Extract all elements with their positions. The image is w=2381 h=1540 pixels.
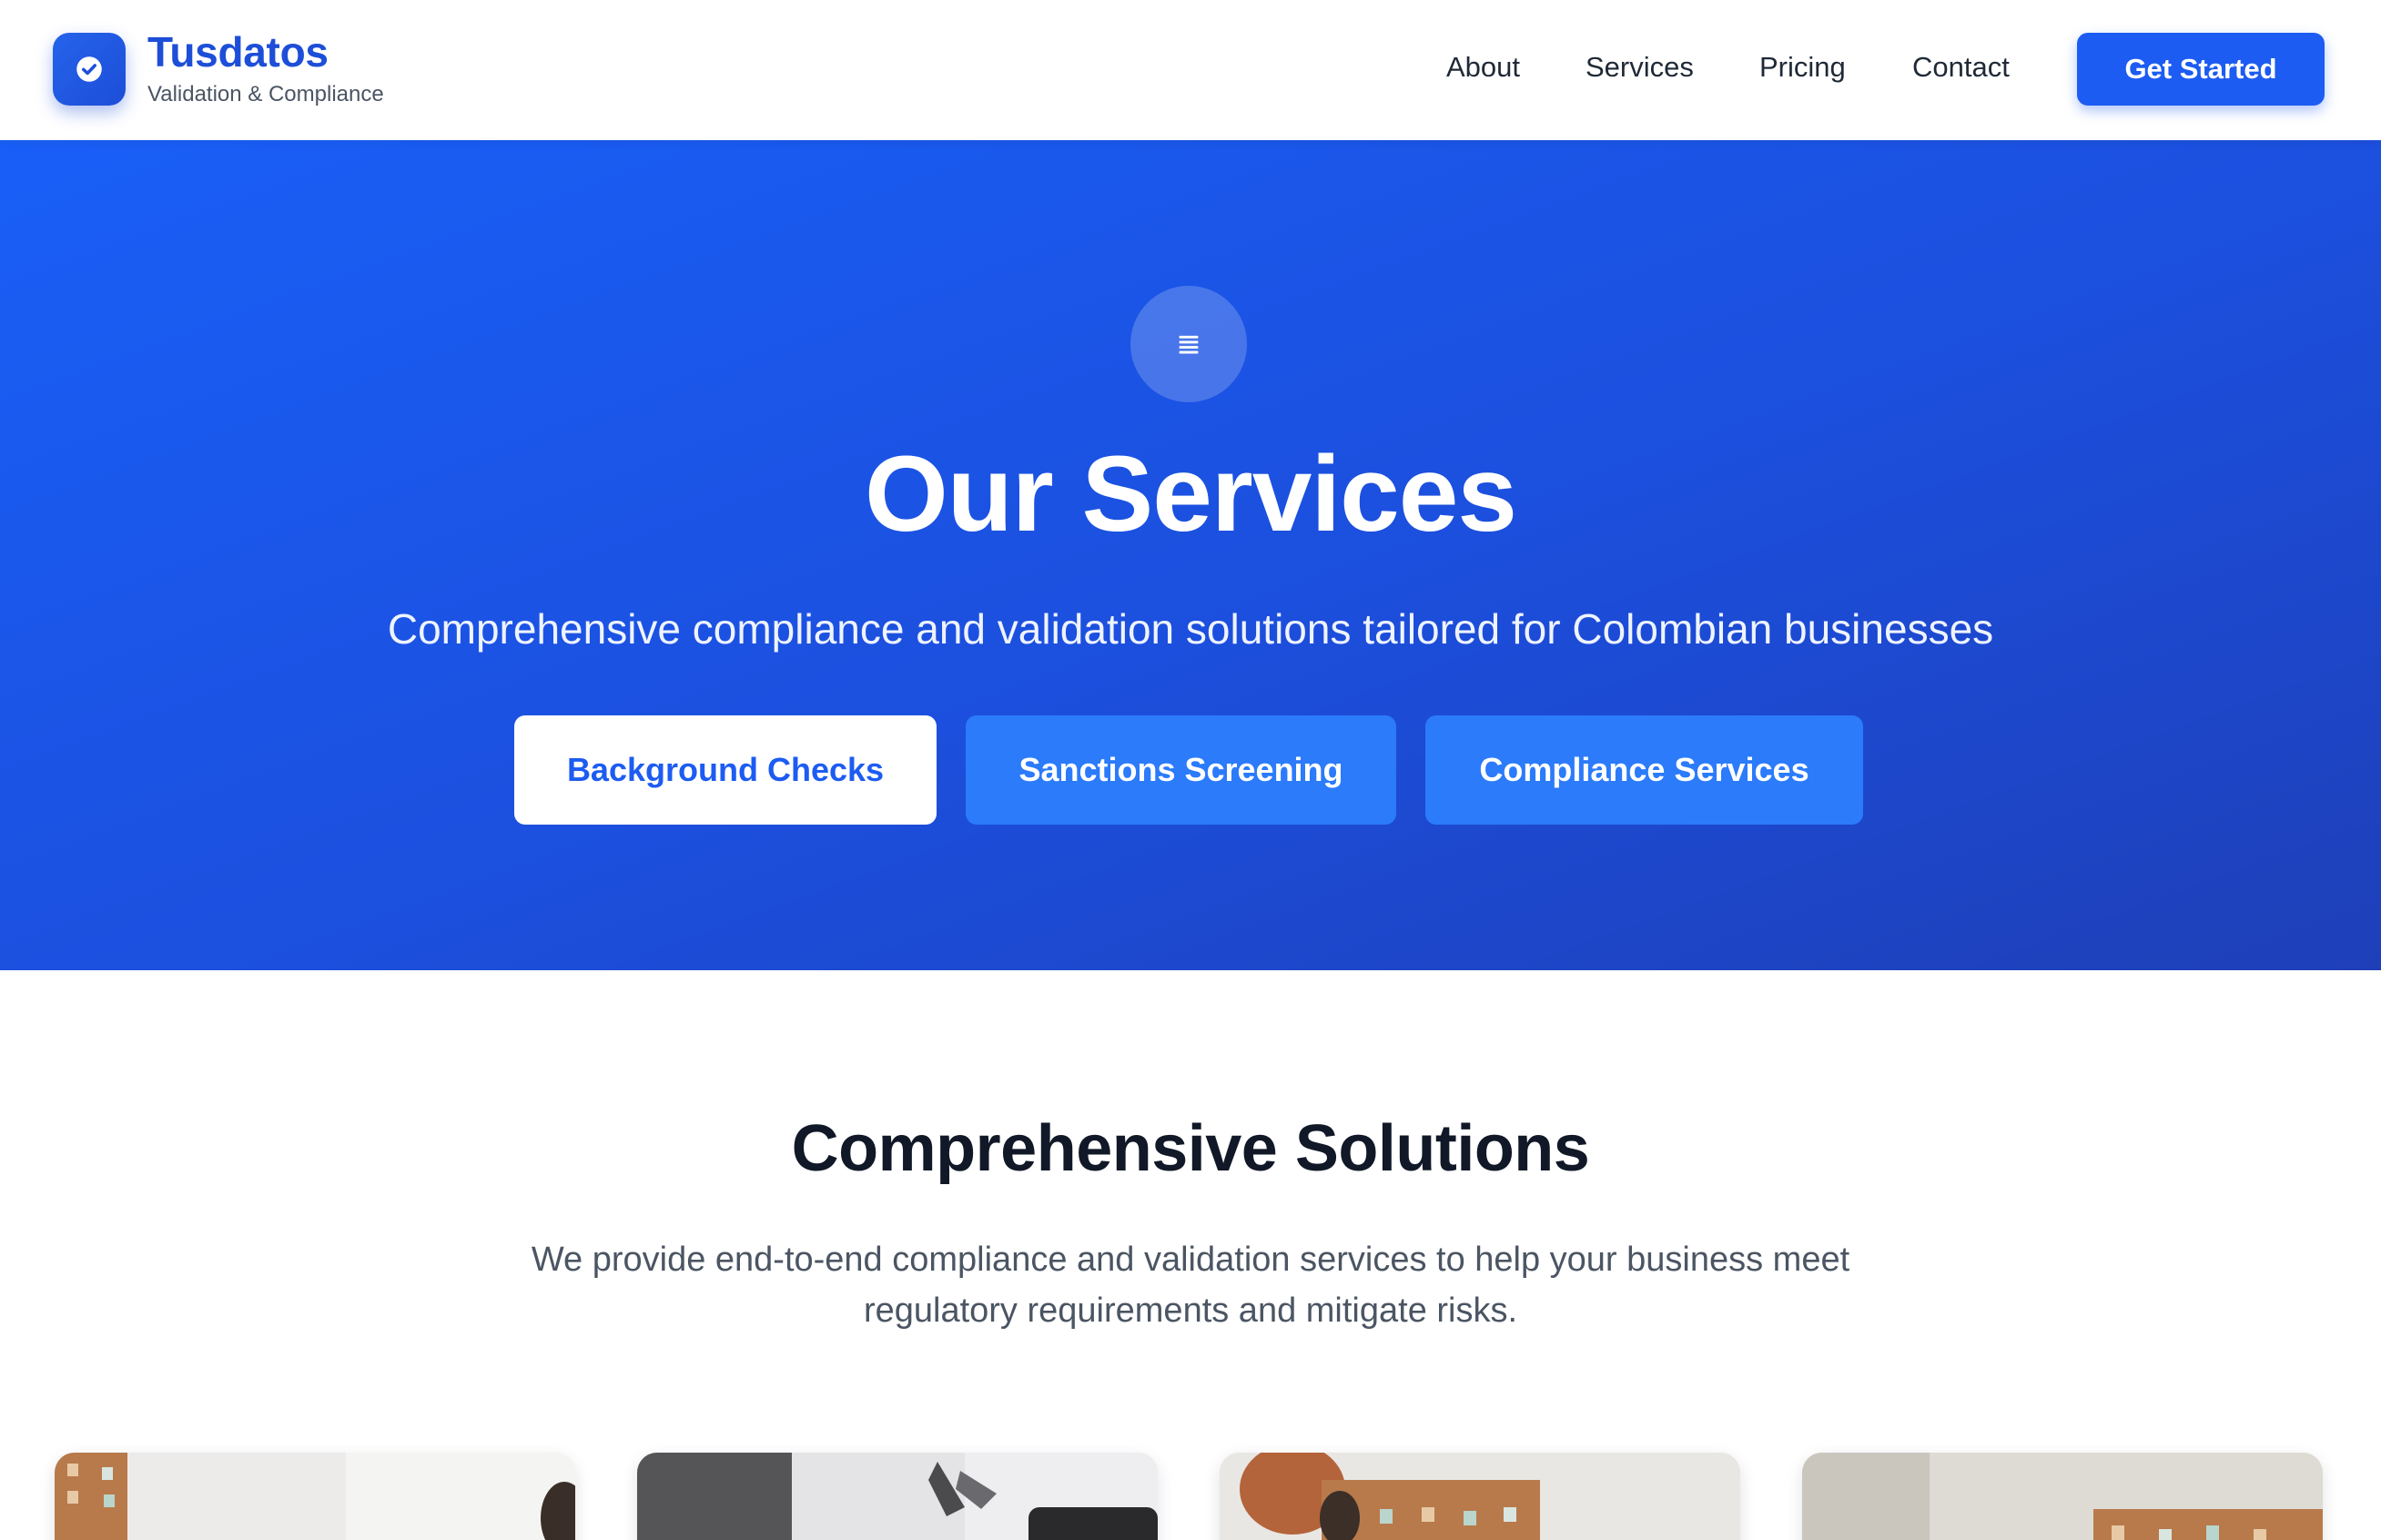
hero-section: Our Services Comprehensive compliance an… (0, 140, 2381, 970)
service-card[interactable] (637, 1453, 1158, 1540)
brand-name[interactable]: Tusdatos (147, 31, 329, 73)
site-header: Tusdatos Validation & Compliance About S… (0, 0, 2381, 140)
get-started-button[interactable]: Get Started (2077, 33, 2325, 106)
service-card-image (55, 1453, 575, 1540)
nav-about-link[interactable]: About (1446, 53, 1520, 81)
service-card[interactable] (1220, 1453, 1740, 1540)
solutions-description: We provide end-to-end compliance and val… (531, 1241, 1850, 1330)
service-card[interactable] (1802, 1453, 2323, 1540)
check-badge-icon (76, 56, 102, 82)
logo[interactable] (53, 33, 126, 106)
service-card-image (1802, 1453, 2323, 1540)
nav-services-link[interactable]: Services (1586, 53, 1694, 81)
nav-contact-link[interactable]: Contact (1912, 53, 2010, 81)
service-card[interactable] (55, 1453, 575, 1540)
page-title: Our Services (864, 434, 1517, 554)
hero-subtitle: Comprehensive compliance and validation … (387, 605, 1994, 653)
brand-tagline: Validation & Compliance (147, 82, 384, 106)
nav-pricing-link[interactable]: Pricing (1759, 53, 1846, 81)
service-card-image (1220, 1453, 1740, 1540)
solutions-title: Comprehensive Solutions (791, 1112, 1590, 1185)
compliance-services-button[interactable]: Compliance Services (1425, 715, 1863, 825)
page: Tusdatos Validation & Compliance About S… (0, 0, 2381, 1540)
list-icon (1179, 335, 1199, 354)
service-card-image (637, 1453, 1158, 1540)
sanctions-screening-button[interactable]: Sanctions Screening (966, 715, 1396, 825)
hero-icon-circle (1130, 286, 1247, 402)
background-checks-button[interactable]: Background Checks (514, 715, 937, 825)
